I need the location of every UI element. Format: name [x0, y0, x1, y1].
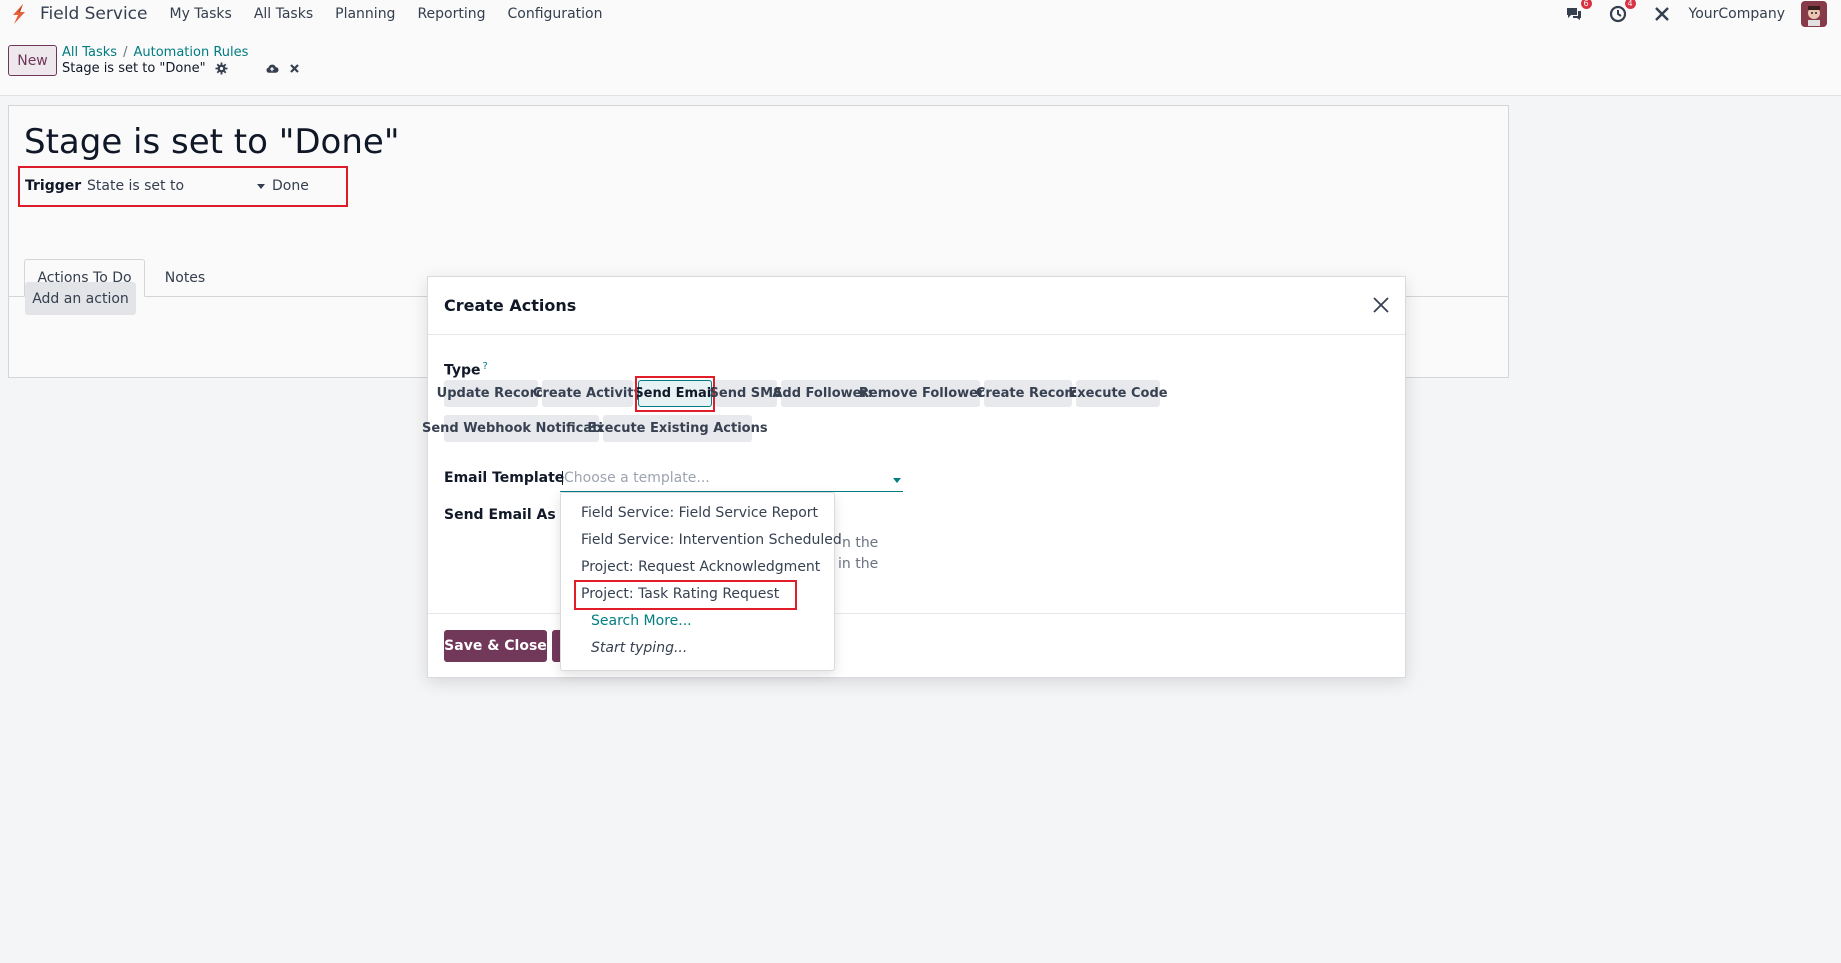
email-template-label: Email Template: [444, 470, 565, 486]
type-add-followers[interactable]: Add Followers: [772, 380, 876, 407]
dropdown-item[interactable]: Field Service: Field Service Report: [581, 505, 818, 521]
type-send-sms[interactable]: Send SMS: [710, 380, 782, 407]
type-update-record[interactable]: Update Record: [437, 380, 545, 407]
type-remove-followers[interactable]: Remove Followers: [859, 380, 992, 407]
send-email-highlight-box: [635, 376, 715, 412]
task-rating-highlight-box: [574, 580, 797, 610]
type-execute-existing-actions[interactable]: Execute Existing Actions: [587, 415, 768, 442]
modal-title: Create Actions: [444, 296, 577, 315]
dropdown-item[interactable]: Project: Request Acknowledgment: [581, 559, 820, 575]
template-dropdown: Field Service: Field Service Report Fiel…: [560, 492, 842, 671]
close-icon[interactable]: [1371, 295, 1391, 315]
type-execute-code[interactable]: Execute Code: [1068, 380, 1168, 407]
send-as-option-text-2: in the: [838, 556, 879, 572]
search-more-link[interactable]: Search More...: [591, 613, 692, 629]
type-label-text: Type: [444, 362, 481, 379]
type-send-webhook-notification[interactable]: Send Webhook Notification: [422, 415, 621, 442]
type-label: Type?: [444, 361, 488, 379]
type-create-record[interactable]: Create Record: [976, 380, 1080, 407]
email-template-input[interactable]: Choose a template...: [560, 470, 903, 492]
help-tooltip-icon[interactable]: ?: [483, 361, 488, 372]
email-template-placeholder: Choose a template...: [564, 470, 710, 486]
chevron-down-icon: [893, 478, 901, 483]
save-close-button[interactable]: Save & Close: [444, 630, 547, 662]
send-email-as-label: Send Email As: [444, 507, 556, 523]
modal-header: Create Actions: [428, 277, 1405, 335]
text-cursor: [562, 471, 563, 485]
send-as-option-text-1: n the: [842, 535, 879, 551]
type-create-activity[interactable]: Create Activity: [533, 380, 642, 407]
dropdown-item[interactable]: Field Service: Intervention Scheduled: [581, 532, 842, 548]
start-typing-hint: Start typing...: [591, 640, 688, 656]
